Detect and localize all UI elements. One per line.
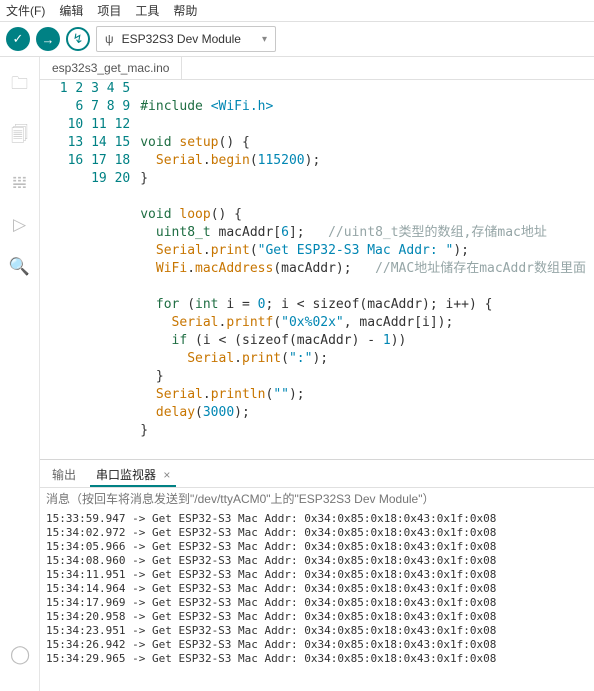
menu-project[interactable]: 项目 [97,2,121,19]
debug-icon[interactable]: ▷ [13,215,26,235]
tab-bar: esp32s3_get_mac.ino [40,57,594,80]
toolbar: ✓ → ↯ ψ ESP32S3 Dev Module ▾ [0,22,594,57]
usb-icon: ψ [105,32,114,46]
tab-serial-label: 串口监视器 [96,468,156,482]
serial-input[interactable] [40,488,594,510]
verify-button[interactable]: ✓ [6,27,30,51]
menu-help[interactable]: 帮助 [173,2,197,19]
search-icon[interactable]: 🔍 [9,257,30,277]
folder-icon[interactable]: 🗀 [11,71,28,100]
code-editor[interactable]: 1 2 3 4 5 6 7 8 9 10 11 12 13 14 15 16 1… [40,80,594,459]
file-tab[interactable]: esp32s3_get_mac.ino [40,57,182,79]
code-content: #include <WiFi.h> void setup() { Serial.… [140,80,594,459]
account-icon[interactable]: ◯ [10,644,30,665]
editor-pane: esp32s3_get_mac.ino 1 2 3 4 5 6 7 8 9 10… [40,57,594,691]
library-icon[interactable]: 𝍐 [12,173,27,193]
board-selector[interactable]: ψ ESP32S3 Dev Module ▾ [96,26,276,52]
close-icon[interactable]: × [163,468,170,482]
line-gutter: 1 2 3 4 5 6 7 8 9 10 11 12 13 14 15 16 1… [40,80,140,459]
debug-button[interactable]: ↯ [66,27,90,51]
main-area: 🗀 🗐 𝍐 ▷ 🔍 esp32s3_get_mac.ino 1 2 3 4 5 … [0,57,594,691]
bottom-panel: 输出 串口监视器 × 15:33:59.947 -> Get ESP32-S3 … [40,459,594,691]
menu-tool[interactable]: 工具 [135,2,159,19]
menu-edit[interactable]: 编辑 [59,2,83,19]
left-rail: 🗀 🗐 𝍐 ▷ 🔍 [0,57,40,691]
sketchbook-icon[interactable]: 🗐 [11,122,28,151]
tab-serial-monitor[interactable]: 串口监视器 × [90,464,176,487]
tab-output[interactable]: 输出 [46,464,82,487]
menu-bar: 文件(F) 编辑 项目 工具 帮助 [0,0,594,22]
chevron-down-icon: ▾ [262,34,267,45]
upload-button[interactable]: → [36,27,60,51]
serial-output: 15:33:59.947 -> Get ESP32-S3 Mac Addr: 0… [40,510,594,691]
board-name: ESP32S3 Dev Module [122,32,254,46]
menu-file[interactable]: 文件(F) [6,2,45,19]
bottom-tab-bar: 输出 串口监视器 × [40,460,594,488]
